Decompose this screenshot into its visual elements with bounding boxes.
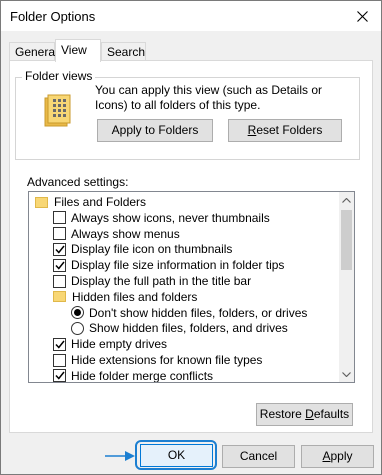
restore-defaults-button[interactable]: Restore Defaults <box>256 403 353 426</box>
setting-label: Display the full path in the title bar <box>71 274 252 288</box>
setting-row[interactable]: Hide extensions for known file types <box>53 352 262 368</box>
setting-label: Hidden files and folders <box>72 289 198 304</box>
setting-label: Hide folder merge conflicts <box>71 368 214 383</box>
radio-button[interactable] <box>71 306 84 320</box>
tree-folder-node: Files and Folders <box>35 194 146 210</box>
checkbox[interactable] <box>53 337 66 351</box>
vertical-scrollbar[interactable] <box>339 192 354 382</box>
scroll-thumb[interactable] <box>341 210 352 270</box>
setting-row[interactable]: Display file icon on thumbnails <box>53 241 232 257</box>
cancel-button[interactable]: Cancel <box>222 445 295 468</box>
reset-mnemonic: R <box>247 123 257 137</box>
apply-mnemonic: A <box>322 449 331 463</box>
advanced-settings-list[interactable]: Files and Folders Always show icons, neve… <box>28 191 355 383</box>
setting-row[interactable]: Hide folder merge conflicts <box>53 368 214 383</box>
folder-icon <box>35 196 48 208</box>
radio-button[interactable] <box>71 321 84 335</box>
checkbox[interactable] <box>53 242 66 256</box>
checkbox[interactable] <box>53 211 66 225</box>
checkbox[interactable] <box>53 369 66 382</box>
tab-view[interactable]: View <box>55 39 101 62</box>
checkbox[interactable] <box>53 274 66 288</box>
folder-views-legend: Folder views <box>22 69 96 83</box>
setting-label: Hide empty drives <box>71 337 168 352</box>
window-title: Folder Options <box>10 9 96 24</box>
apply-button[interactable]: Apply <box>301 445 374 468</box>
setting-row[interactable]: Always show icons, never thumbnails <box>53 210 270 226</box>
tab-search[interactable]: Search <box>101 42 146 61</box>
checkbox[interactable] <box>53 258 66 272</box>
restore-label-rest: efaults <box>313 407 350 421</box>
radio-dot <box>74 309 81 317</box>
setting-row[interactable]: Display file size information in folder … <box>53 257 284 273</box>
setting-label: Display file icon on thumbnails <box>71 242 233 257</box>
advanced-settings-label: Advanced settings: <box>27 175 129 189</box>
setting-label: Show hidden files, folders, and drives <box>89 321 288 336</box>
pointer-arrow-icon <box>105 451 135 461</box>
apply-to-folders-button[interactable]: Apply to Folders <box>97 119 213 142</box>
folder-icon <box>53 291 66 303</box>
setting-row[interactable]: Show hidden files, folders, and drives <box>71 320 288 336</box>
setting-label: Always show icons, never thumbnails <box>71 210 270 225</box>
tree-folder-node: Hidden files and folders <box>53 289 197 305</box>
tab-general[interactable]: General <box>9 42 58 61</box>
setting-label: Don't show hidden files, folders, or dri… <box>89 305 308 320</box>
setting-row[interactable]: Hide empty drives <box>53 336 167 352</box>
setting-row[interactable]: Display the full path in the title bar <box>53 273 251 289</box>
scroll-down-icon[interactable] <box>339 366 354 382</box>
reset-label-rest: eset Folders <box>256 123 323 137</box>
ok-button[interactable]: OK <box>140 444 213 467</box>
setting-label: Hide extensions for known file types <box>71 353 263 367</box>
reset-folders-button[interactable]: Reset Folders <box>228 119 342 142</box>
setting-row[interactable]: Don't show hidden files, folders, or dri… <box>71 305 307 321</box>
folder-views-description: You can apply this view (such as Details… <box>95 83 323 112</box>
close-icon[interactable] <box>347 3 377 29</box>
title-bar: Folder Options <box>1 1 381 31</box>
folder-options-dialog: Folder Options General View Search Folde… <box>0 0 382 475</box>
restore-mnemonic: D <box>305 407 314 421</box>
folder-view-icon <box>43 94 73 128</box>
apply-label-rest: pply <box>330 449 353 463</box>
scroll-up-icon[interactable] <box>339 192 354 208</box>
setting-label: Display file size information in folder … <box>71 258 285 273</box>
setting-label: Files and Folders <box>54 195 147 209</box>
checkbox[interactable] <box>53 353 66 367</box>
checkbox[interactable] <box>53 227 66 241</box>
setting-label: Always show menus <box>71 226 180 241</box>
setting-row[interactable]: Always show menus <box>53 226 180 242</box>
restore-label-prefix: Restore <box>259 407 306 421</box>
